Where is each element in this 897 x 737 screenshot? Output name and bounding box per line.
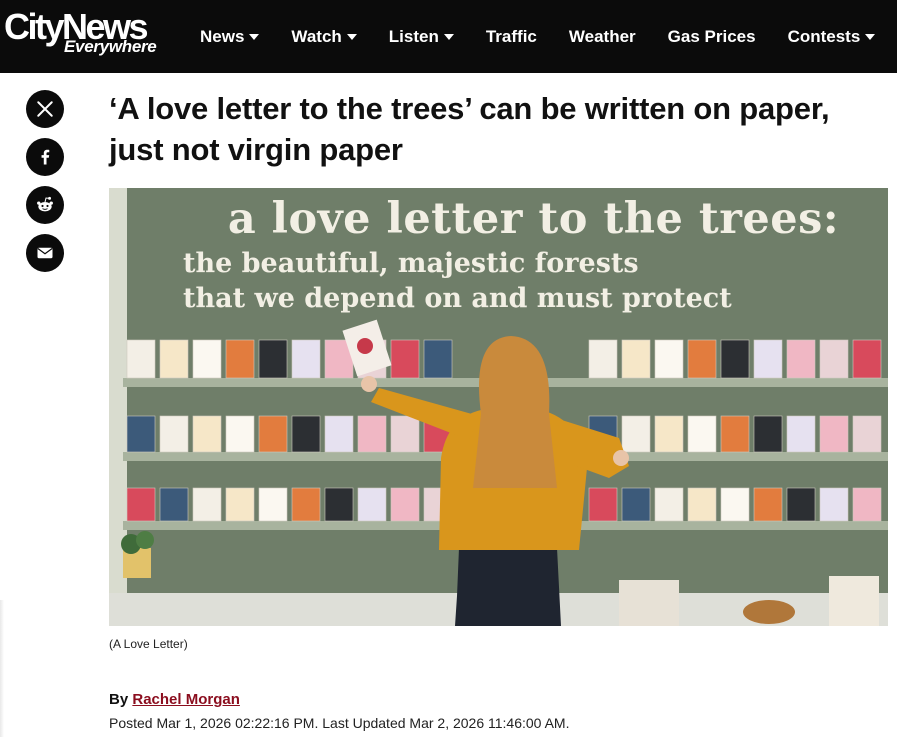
image-caption: (A Love Letter) — [109, 637, 188, 651]
share-facebook-button[interactable] — [26, 138, 64, 176]
nav-label: Listen — [388, 26, 439, 46]
share-reddit-button[interactable] — [26, 186, 64, 224]
article-dates: Posted Mar 1, 2026 02:22:16 PM. Last Upd… — [109, 715, 570, 731]
main-nav: News Watch Listen Traffic Weather Gas Pr… — [200, 0, 897, 73]
facebook-icon — [41, 149, 50, 165]
greeting-card — [192, 339, 222, 379]
greeting-card — [786, 487, 816, 522]
greeting-card — [588, 487, 618, 522]
greeting-card — [192, 487, 222, 522]
chevron-down-icon — [865, 34, 876, 40]
byline-prefix: By — [109, 691, 129, 708]
greeting-card — [654, 415, 684, 453]
greeting-card — [687, 415, 717, 453]
greeting-card — [819, 339, 849, 379]
share-x-button[interactable] — [26, 90, 64, 128]
nav-label: Watch — [291, 26, 342, 46]
greeting-card — [819, 487, 849, 522]
nav-item-news[interactable]: News — [200, 26, 260, 47]
greeting-card — [720, 415, 750, 453]
chevron-down-icon — [346, 34, 357, 40]
greeting-card — [126, 339, 156, 379]
greeting-card — [291, 415, 321, 453]
greeting-card — [159, 487, 189, 522]
wall-text-line-2: the beautiful, majestic forests — [183, 248, 639, 279]
greeting-card — [621, 487, 651, 522]
nav-item-gas-prices[interactable]: Gas Prices — [668, 27, 756, 47]
greeting-card — [357, 487, 387, 522]
x-icon — [37, 101, 53, 117]
greeting-card — [621, 415, 651, 453]
greeting-card — [786, 415, 816, 453]
greeting-card — [852, 339, 882, 379]
reddit-icon — [37, 196, 53, 212]
nav-item-weather[interactable]: Weather — [569, 27, 636, 47]
author-link[interactable]: Rachel Morgan — [132, 691, 240, 708]
greeting-card — [258, 487, 288, 522]
greeting-card — [588, 339, 618, 379]
greeting-card — [423, 339, 453, 379]
greeting-card — [753, 339, 783, 379]
nav-item-watch[interactable]: Watch — [291, 26, 357, 47]
hero-image: a love letter to the trees: the beautifu… — [109, 188, 888, 626]
nav-label: News — [200, 26, 245, 46]
greeting-card — [126, 487, 156, 522]
byline: By Rachel Morgan — [109, 691, 240, 708]
greeting-card — [258, 415, 288, 453]
greeting-card — [654, 487, 684, 522]
chevron-down-icon — [443, 34, 454, 40]
greeting-card — [324, 487, 354, 522]
greeting-card — [159, 415, 189, 453]
greeting-card — [324, 415, 354, 453]
nav-label: Traffic — [485, 26, 537, 46]
nav-item-listen[interactable]: Listen — [389, 27, 454, 47]
share-email-button[interactable] — [26, 234, 64, 272]
greeting-card — [786, 339, 816, 379]
greeting-card — [225, 487, 255, 522]
nav-item-contests[interactable]: Contests — [788, 27, 876, 47]
greeting-card — [291, 487, 321, 522]
greeting-card — [357, 415, 387, 453]
page-edge-shadow — [0, 600, 4, 737]
greeting-card — [852, 415, 882, 453]
wall-text-title: a love letter to the trees: — [227, 194, 840, 244]
greeting-card — [720, 339, 750, 379]
greeting-card — [192, 415, 222, 453]
citynews-logo[interactable]: CityNews Everywhere — [4, 9, 174, 61]
greeting-card — [720, 487, 750, 522]
greeting-card — [687, 487, 717, 522]
nav-label: Contests — [787, 26, 861, 46]
email-icon — [37, 247, 53, 259]
greeting-card — [390, 487, 420, 522]
greeting-card — [654, 339, 684, 379]
article-headline: ‘A love letter to the trees’ can be writ… — [109, 91, 830, 167]
nav-label: Weather — [568, 26, 636, 46]
greeting-card — [819, 415, 849, 453]
greeting-card — [159, 339, 189, 379]
greeting-card — [753, 487, 783, 522]
greeting-card — [225, 339, 255, 379]
greeting-card — [753, 415, 783, 453]
site-header: CityNews Everywhere News Watch Listen Tr… — [0, 0, 897, 73]
greeting-card — [390, 415, 420, 453]
nav-label: Gas Prices — [667, 26, 756, 46]
greeting-card — [258, 339, 288, 379]
greeting-card — [621, 339, 651, 379]
greeting-card — [291, 339, 321, 379]
greeting-card — [126, 415, 156, 453]
chevron-down-icon — [249, 34, 260, 40]
greeting-card — [390, 339, 420, 379]
greeting-card — [852, 487, 882, 522]
greeting-card — [687, 339, 717, 379]
logo-tagline: Everywhere — [64, 37, 157, 56]
nav-item-traffic[interactable]: Traffic — [486, 27, 537, 47]
wall-text-line-3: that we depend on and must protect — [183, 283, 732, 314]
greeting-card — [225, 415, 255, 453]
